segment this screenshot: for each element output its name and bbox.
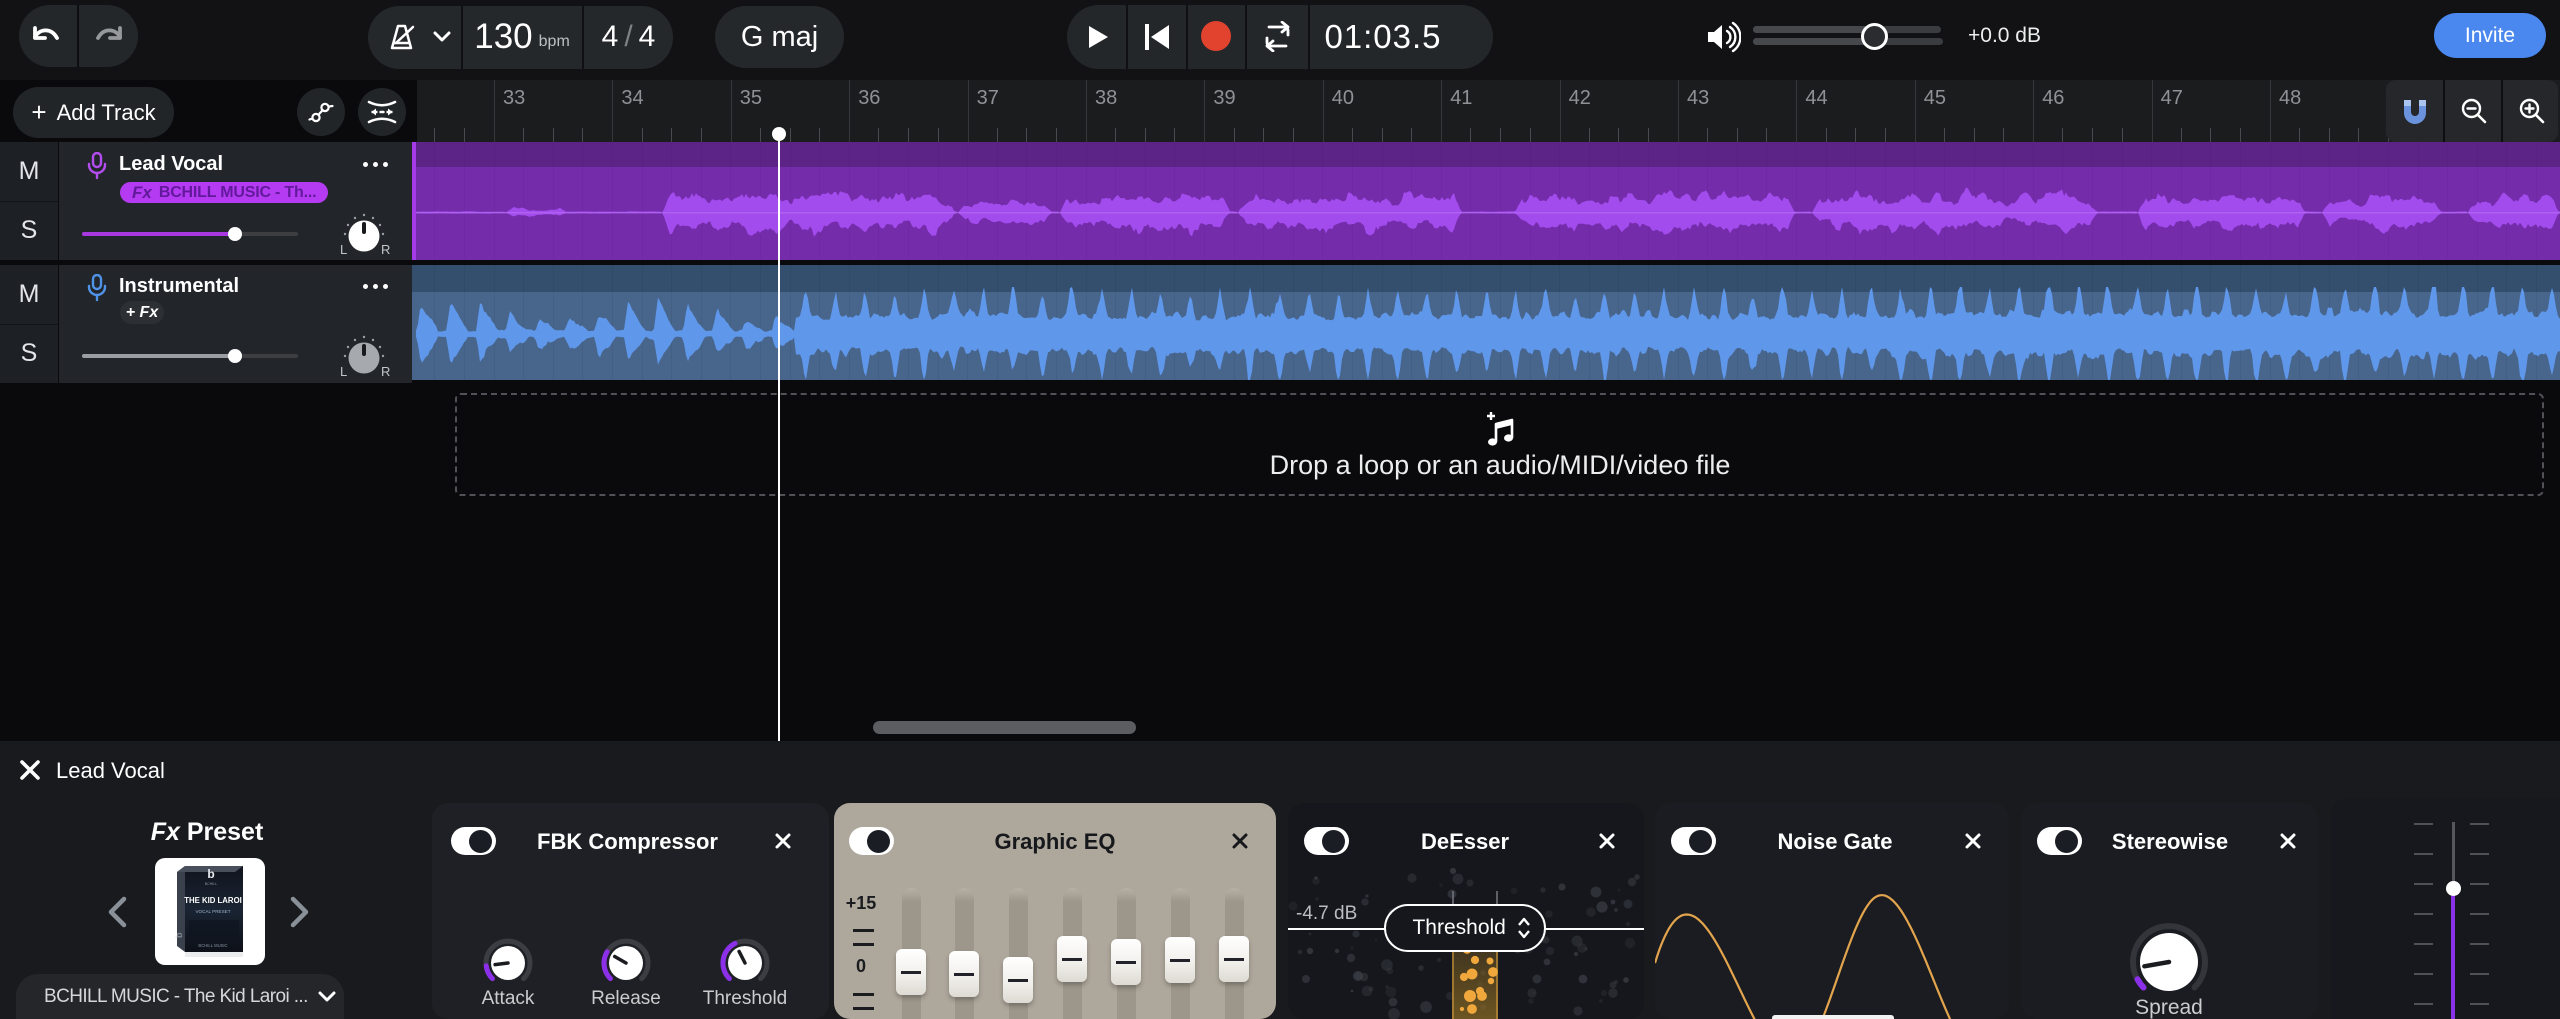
svg-text:THE KID LAROI: THE KID LAROI xyxy=(184,896,242,905)
svg-text:VOCAL PRESET: VOCAL PRESET xyxy=(195,909,230,914)
svg-text:L: L xyxy=(340,364,347,379)
svg-text:R: R xyxy=(381,242,390,257)
svg-text:L: L xyxy=(340,242,347,257)
svg-text:R: R xyxy=(381,364,390,379)
svg-text:BCHILL MUSIC: BCHILL MUSIC xyxy=(198,943,227,948)
svg-text:b: b xyxy=(207,867,214,881)
svg-text:b: b xyxy=(174,932,184,938)
svg-text:BCHILL: BCHILL xyxy=(205,882,218,886)
